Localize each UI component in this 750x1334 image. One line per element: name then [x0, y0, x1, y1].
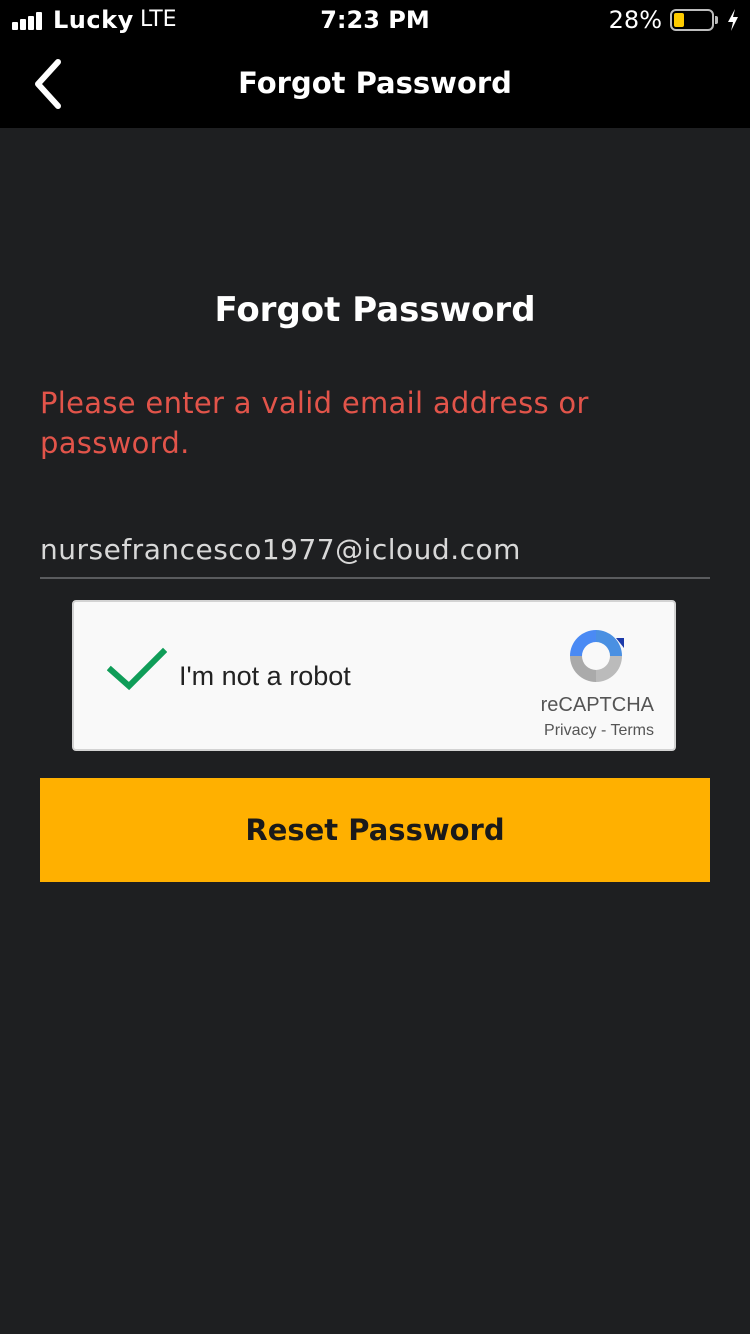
reset-password-button[interactable]: Reset Password [40, 778, 710, 882]
privacy-link[interactable]: Privacy [544, 722, 596, 739]
battery-icon [670, 9, 718, 31]
recaptcha-brand: reCAPTCHA [540, 694, 654, 716]
recaptcha-widget: I'm not a robot reCAPTCHA Privacy - Term… [72, 600, 676, 751]
recaptcha-logo-icon [570, 630, 624, 682]
terms-link[interactable]: Terms [610, 722, 654, 739]
nav-title: Forgot Password [238, 66, 512, 100]
forgot-password-screen: Lucky LTE 7:23 PM 28% Forgot Password Fo… [0, 0, 750, 1334]
checkmark-icon[interactable] [107, 646, 167, 694]
email-field [40, 525, 710, 579]
battery-percent: 28% [608, 6, 662, 34]
link-separator: - [596, 722, 611, 739]
page-title: Forgot Password [214, 290, 536, 330]
error-message: Please enter a valid email address or pa… [40, 386, 589, 460]
recaptcha-label: I'm not a robot [179, 661, 351, 691]
status-bar: Lucky LTE 7:23 PM 28% [0, 0, 750, 42]
charging-bolt-icon [728, 9, 738, 31]
nav-bar: Forgot Password [0, 42, 750, 128]
email-input[interactable] [40, 525, 710, 573]
recaptcha-links: Privacy - Terms [494, 722, 654, 740]
